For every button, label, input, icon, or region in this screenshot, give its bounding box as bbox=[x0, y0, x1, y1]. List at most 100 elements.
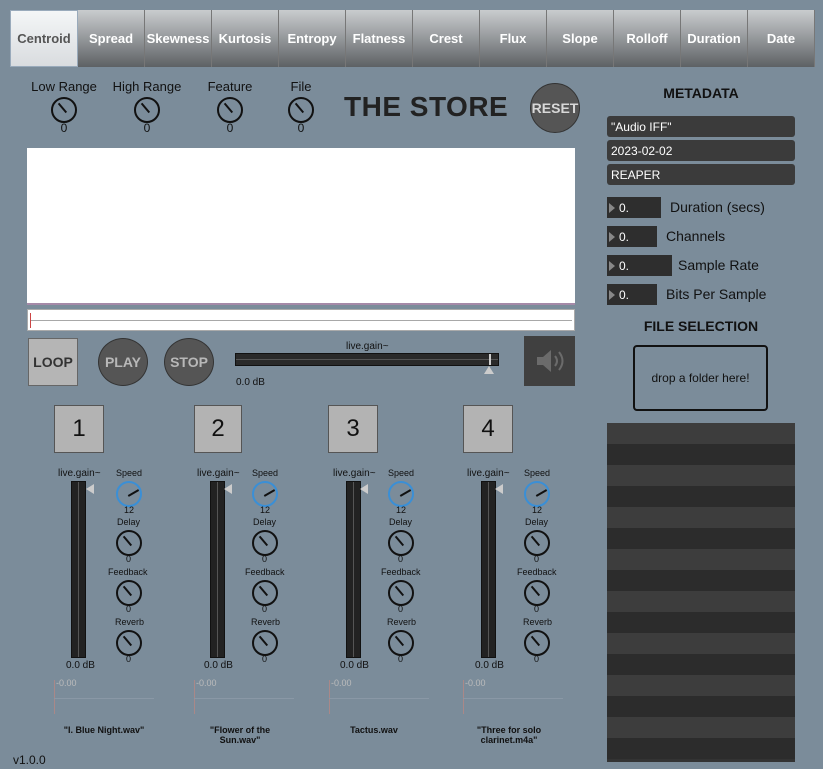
channel-3-gain-meter[interactable] bbox=[346, 481, 361, 658]
master-gain-label: live.gain~ bbox=[346, 341, 389, 352]
channel-4-reverb-value: 0 bbox=[534, 654, 540, 664]
channel-4-delay-knob[interactable] bbox=[524, 530, 550, 556]
channel-1-gain-value: 0.0 dB bbox=[66, 660, 95, 671]
channel-3-reverb-knob[interactable] bbox=[388, 630, 414, 656]
channel-3-feedback-value: 0 bbox=[398, 604, 404, 614]
tab-kurtosis[interactable]: Kurtosis bbox=[212, 10, 279, 67]
channel-1-filename: "I. Blue Night.wav" bbox=[63, 725, 145, 735]
bits-per-sample-label: Bits Per Sample bbox=[666, 286, 767, 302]
speaker-toggle[interactable] bbox=[524, 336, 575, 386]
tab-crest[interactable]: Crest bbox=[413, 10, 480, 67]
channel-3-filename: Tactus.wav bbox=[350, 725, 398, 735]
channel-2-speed-knob[interactable] bbox=[252, 481, 278, 507]
channel-4-scope bbox=[463, 680, 464, 714]
file-knob[interactable] bbox=[288, 97, 314, 123]
file-label: File bbox=[290, 79, 312, 94]
app-title: THE STORE bbox=[344, 91, 509, 122]
tab-skewness[interactable]: Skewness bbox=[145, 10, 212, 67]
bits-per-sample-number-box[interactable]: 0. bbox=[607, 284, 657, 305]
channel-4-speed-label: Speed bbox=[524, 468, 551, 478]
high-range-label: High Range bbox=[112, 79, 182, 94]
channel-2-delay-label: Delay bbox=[253, 517, 277, 527]
high-range-knob[interactable] bbox=[134, 97, 160, 123]
speaker-icon bbox=[536, 350, 563, 372]
sample-rate-label: Sample Rate bbox=[678, 257, 759, 273]
tab-rolloff[interactable]: Rolloff bbox=[614, 10, 681, 67]
tab-flux[interactable]: Flux bbox=[480, 10, 547, 67]
channel-3-gain-value: 0.0 dB bbox=[340, 660, 369, 671]
channel-3-feedback-knob[interactable] bbox=[388, 580, 414, 606]
tab-flatness[interactable]: Flatness bbox=[346, 10, 413, 67]
channel-4-gain-value: 0.0 dB bbox=[475, 660, 504, 671]
tab-slope[interactable]: Slope bbox=[547, 10, 614, 67]
channel-2-reverb-knob[interactable] bbox=[252, 630, 278, 656]
play-button[interactable]: PLAY bbox=[98, 338, 148, 386]
loop-button[interactable]: LOOP bbox=[28, 338, 78, 386]
tab-duration[interactable]: Duration bbox=[681, 10, 748, 67]
channels-number-box[interactable]: 0. bbox=[607, 226, 657, 247]
channel-3-gain-handle[interactable] bbox=[360, 484, 368, 494]
version-label: v1.0.0 bbox=[13, 753, 46, 767]
channel-2-feedback-label: Feedback bbox=[245, 567, 285, 577]
channel-3-button[interactable]: 3 bbox=[328, 405, 378, 453]
metadata-date-field: 2023-02-02 bbox=[607, 140, 795, 161]
sample-rate-number-box[interactable]: 0. bbox=[607, 255, 672, 276]
channel-2-scope bbox=[194, 680, 195, 714]
playhead-marker[interactable] bbox=[30, 313, 31, 328]
feature-knob[interactable] bbox=[217, 97, 243, 123]
channel-4-feedback-knob[interactable] bbox=[524, 580, 550, 606]
channel-2-gain-meter[interactable] bbox=[210, 481, 225, 658]
duration-label: Duration (secs) bbox=[670, 199, 765, 215]
waveform-baseline bbox=[27, 303, 575, 305]
channel-1-speed-knob[interactable] bbox=[116, 481, 142, 507]
tab-centroid[interactable]: Centroid bbox=[10, 10, 78, 67]
channel-1-feedback-knob[interactable] bbox=[116, 580, 142, 606]
reset-button[interactable]: RESET bbox=[530, 83, 580, 133]
master-gain-slider[interactable] bbox=[235, 353, 499, 366]
channel-1-scope-value: -0.00 bbox=[56, 678, 77, 688]
channel-4-gain-meter[interactable] bbox=[481, 481, 496, 658]
channel-2-feedback-knob[interactable] bbox=[252, 580, 278, 606]
channel-3-reverb-value: 0 bbox=[398, 654, 404, 664]
master-gain-handle[interactable] bbox=[484, 366, 494, 374]
channel-3-speed-value: 12 bbox=[396, 505, 407, 515]
channel-2-delay-value: 0 bbox=[262, 554, 268, 564]
channel-1-feedback-label: Feedback bbox=[108, 567, 148, 577]
channel-2-scope-value: -0.00 bbox=[196, 678, 217, 688]
channel-3-scope-value: -0.00 bbox=[331, 678, 352, 688]
channel-1-delay-knob[interactable] bbox=[116, 530, 142, 556]
channel-4-reverb-knob[interactable] bbox=[524, 630, 550, 656]
channel-1-gain-label: live.gain~ bbox=[58, 468, 101, 479]
channel-3-feedback-label: Feedback bbox=[381, 567, 421, 577]
channel-1-gain-handle[interactable] bbox=[86, 484, 94, 494]
playhead-scrubber[interactable] bbox=[27, 309, 575, 331]
channel-3-speed-knob[interactable] bbox=[388, 481, 414, 507]
tab-spread[interactable]: Spread bbox=[78, 10, 145, 67]
channel-4-gain-handle[interactable] bbox=[495, 484, 503, 494]
channel-4-delay-label: Delay bbox=[525, 517, 549, 527]
stop-button[interactable]: STOP bbox=[164, 338, 214, 386]
channel-4-speed-knob[interactable] bbox=[524, 481, 550, 507]
channel-4-button[interactable]: 4 bbox=[463, 405, 513, 453]
duration-number-box[interactable]: 0. bbox=[607, 197, 661, 218]
tab-entropy[interactable]: Entropy bbox=[279, 10, 346, 67]
file-list[interactable] bbox=[607, 423, 795, 762]
low-range-value: 0 bbox=[60, 121, 68, 135]
channel-4-feedback-value: 0 bbox=[534, 604, 540, 614]
channel-3-delay-knob[interactable] bbox=[388, 530, 414, 556]
channel-1-speed-value: 12 bbox=[124, 505, 135, 515]
channel-2-delay-knob[interactable] bbox=[252, 530, 278, 556]
low-range-label: Low Range bbox=[31, 79, 97, 94]
channel-1-reverb-knob[interactable] bbox=[116, 630, 142, 656]
feature-tab-bar: Centroid Spread Skewness Kurtosis Entrop… bbox=[10, 10, 815, 67]
low-range-knob[interactable] bbox=[51, 97, 77, 123]
channel-2-button[interactable]: 2 bbox=[194, 405, 242, 453]
folder-drop-zone[interactable]: drop a folder here! bbox=[633, 345, 768, 411]
channel-1-button[interactable]: 1 bbox=[54, 405, 104, 453]
channel-2-gain-handle[interactable] bbox=[224, 484, 232, 494]
channel-3-reverb-label: Reverb bbox=[387, 617, 417, 627]
waveform-display[interactable] bbox=[27, 148, 575, 304]
channel-2-speed-label: Speed bbox=[252, 468, 279, 478]
tab-date[interactable]: Date bbox=[748, 10, 815, 67]
channel-1-gain-meter[interactable] bbox=[71, 481, 86, 658]
